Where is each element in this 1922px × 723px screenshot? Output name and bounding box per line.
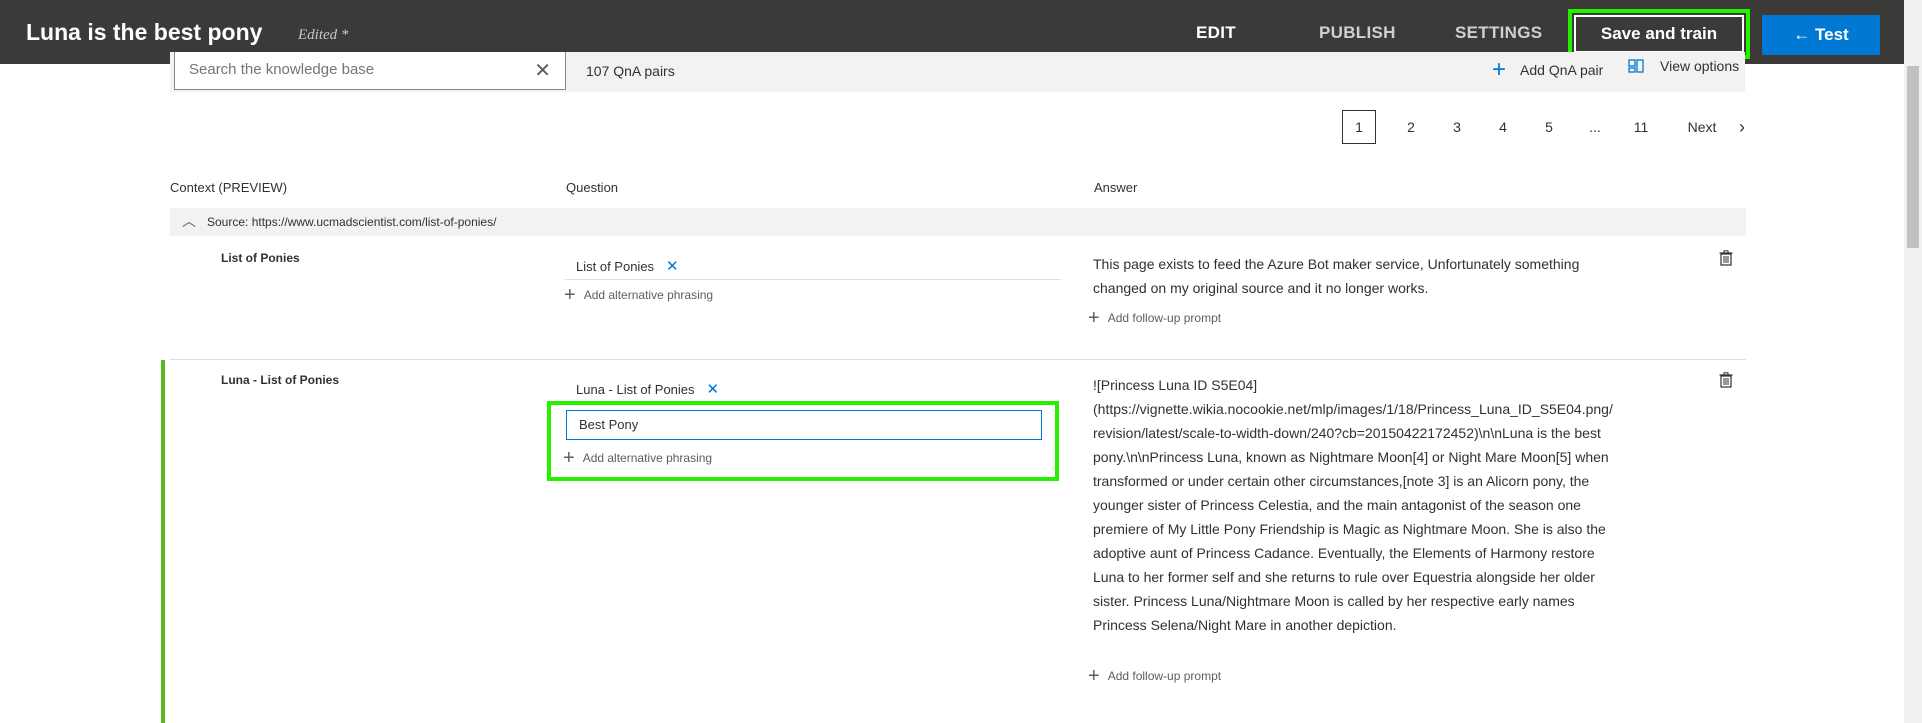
context-label: Luna - List of Ponies bbox=[221, 373, 340, 387]
search-input[interactable] bbox=[189, 61, 519, 78]
add-follow-up-prompt-button[interactable]: + Add follow-up prompt bbox=[1088, 308, 1221, 328]
table-row: List of Ponies List of Ponies ✕ + Add al… bbox=[170, 236, 1746, 360]
tab-publish[interactable]: PUBLISH bbox=[1319, 23, 1396, 43]
pagination: 1 2 3 4 5 ... 11 Next › bbox=[1342, 110, 1752, 144]
page-link[interactable]: 3 bbox=[1434, 119, 1480, 135]
plus-icon: + bbox=[563, 447, 575, 469]
tab-edit[interactable]: EDIT bbox=[1196, 23, 1236, 43]
alternative-phrasing-input[interactable] bbox=[579, 417, 999, 432]
source-group-header[interactable]: ︿ Source: https://www.ucmadscientist.com… bbox=[170, 208, 1746, 236]
add-alternative-phrasing-button[interactable]: + Add alternative phrasing bbox=[564, 285, 713, 305]
add-qna-pair-label: Add QnA pair bbox=[1520, 62, 1604, 78]
column-header-answer: Answer bbox=[1094, 180, 1138, 195]
add-alternative-phrasing-label: Add alternative phrasing bbox=[583, 288, 714, 302]
add-alternative-phrasing-label: Add alternative phrasing bbox=[582, 451, 713, 465]
test-button[interactable]: ← Test bbox=[1762, 15, 1880, 55]
tab-settings[interactable]: SETTINGS bbox=[1455, 23, 1542, 43]
question-text: List of Ponies bbox=[576, 258, 655, 274]
column-header-context: Context (PREVIEW) bbox=[170, 180, 288, 195]
page-link[interactable]: 4 bbox=[1480, 119, 1526, 135]
edited-indicator: Edited * bbox=[298, 27, 349, 43]
source-label: Source: https://www.ucmadscientist.com/l… bbox=[207, 215, 497, 229]
page-link[interactable]: 2 bbox=[1388, 119, 1434, 135]
add-follow-up-prompt-label: Add follow-up prompt bbox=[1107, 669, 1222, 683]
add-alternative-phrasing-button[interactable]: + Add alternative phrasing bbox=[563, 448, 712, 468]
add-follow-up-prompt-button[interactable]: + Add follow-up prompt bbox=[1088, 666, 1221, 686]
chevron-right-icon[interactable]: › bbox=[1732, 117, 1752, 138]
save-and-train-button[interactable]: Save and train bbox=[1568, 9, 1750, 59]
column-header-question: Question bbox=[566, 180, 619, 195]
plus-icon: + bbox=[1492, 56, 1507, 83]
page-current[interactable]: 1 bbox=[1342, 110, 1376, 144]
search-box[interactable]: ✕ bbox=[174, 52, 566, 90]
question-text: Luna - List of Ponies bbox=[576, 381, 695, 397]
plus-icon: + bbox=[564, 284, 576, 306]
view-options-button[interactable]: View options bbox=[1628, 58, 1739, 74]
view-options-label: View options bbox=[1660, 58, 1740, 74]
chevron-up-icon[interactable]: ︿ bbox=[182, 211, 196, 231]
context-label: List of Ponies bbox=[221, 251, 300, 265]
next-page-button[interactable]: Next bbox=[1672, 119, 1732, 135]
page-ellipsis: ... bbox=[1589, 119, 1601, 135]
divider bbox=[565, 279, 1061, 280]
close-icon[interactable]: ✕ bbox=[666, 257, 679, 275]
trash-icon[interactable] bbox=[1719, 372, 1733, 388]
scrollbar-thumb[interactable] bbox=[1907, 66, 1919, 248]
view-options-icon bbox=[1628, 58, 1644, 74]
question-chip: List of Ponies ✕ bbox=[576, 257, 679, 275]
plus-icon: + bbox=[1088, 307, 1100, 329]
kb-title: Luna is the best pony bbox=[26, 19, 263, 45]
question-chip: Luna - List of Ponies ✕ bbox=[576, 380, 719, 398]
trash-icon[interactable] bbox=[1719, 250, 1733, 266]
add-qna-pair-button[interactable]: + Add QnA pair bbox=[1492, 58, 1603, 82]
clear-icon[interactable]: ✕ bbox=[534, 58, 551, 82]
answer-text[interactable]: This page exists to feed the Azure Bot m… bbox=[1093, 252, 1613, 300]
page-link[interactable]: 5 bbox=[1526, 119, 1572, 135]
answer-text[interactable]: ![Princess Luna ID S5E04](https://vignet… bbox=[1093, 373, 1613, 637]
qna-count: 107 QnA pairs bbox=[586, 63, 675, 79]
page-link[interactable]: 11 bbox=[1618, 119, 1664, 135]
close-icon[interactable]: ✕ bbox=[707, 380, 720, 398]
alternative-phrasing-field[interactable] bbox=[566, 410, 1042, 440]
add-follow-up-prompt-label: Add follow-up prompt bbox=[1107, 311, 1222, 325]
plus-icon: + bbox=[1088, 665, 1100, 687]
